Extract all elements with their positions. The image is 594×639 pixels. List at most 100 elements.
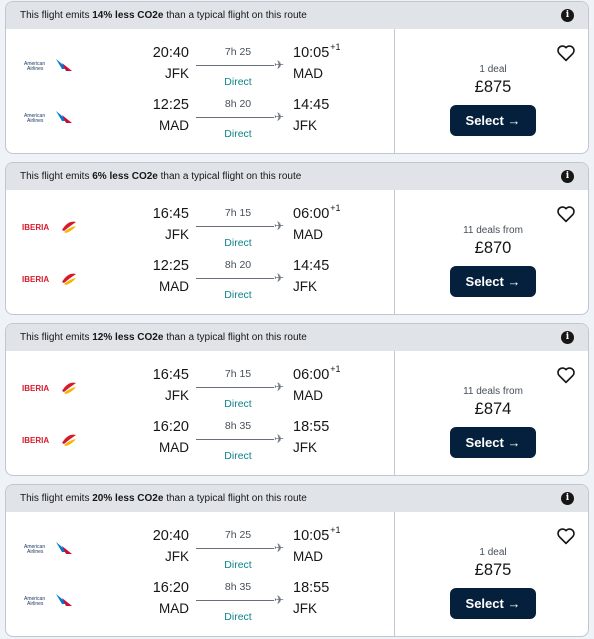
arrival-time: 14:45: [293, 97, 330, 113]
flight-duration: 8h 35: [224, 420, 252, 432]
arrival-time: 06:00+1: [293, 364, 341, 383]
plane-icon: ✈: [274, 110, 285, 124]
select-button[interactable]: Select →: [450, 266, 536, 297]
departure-time: 20:40: [152, 528, 189, 544]
departure-airport: JFK: [164, 66, 189, 81]
departure-airport: MAD: [159, 601, 189, 616]
next-day-indicator: +1: [330, 203, 341, 213]
route-line: [196, 548, 274, 549]
stops-label: Direct: [224, 398, 252, 410]
plane-icon: ✈: [274, 58, 285, 72]
next-day-indicator: +1: [330, 364, 341, 374]
co2-text: This flight emits 14% less CO2e than a t…: [20, 10, 307, 21]
arrival-airport: JFK: [293, 279, 318, 294]
svg-text:IBERIA: IBERIA: [22, 223, 49, 232]
svg-text:IBERIA: IBERIA: [22, 384, 49, 393]
departure-airport: MAD: [159, 118, 189, 133]
plane-icon: ✈: [274, 380, 285, 394]
departure-airport: MAD: [159, 440, 189, 455]
american-airlines-logo: American Airlines: [24, 542, 72, 555]
heart-outline-icon[interactable]: [556, 366, 576, 384]
arrival-time: 06:00+1: [293, 203, 341, 222]
arrival-time: 10:05+1: [293, 525, 341, 544]
departure-time: 20:40: [152, 45, 189, 61]
departure-airport: JFK: [164, 549, 189, 564]
departure-time: 16:45: [152, 206, 189, 222]
itinerary-legs[interactable]: American Airlines 20:40 JFK 7h 25 ✈ Dire…: [6, 512, 394, 636]
american-airlines-logo: American Airlines: [24, 111, 72, 124]
outbound-leg: American Airlines 20:40 JFK 7h 25 ✈ Dire…: [6, 525, 394, 576]
co2-banner: This flight emits 6% less CO2e than a ty…: [6, 163, 588, 190]
select-button[interactable]: Select →: [450, 105, 536, 136]
stops-label: Direct: [224, 237, 252, 249]
route-line: [196, 65, 274, 66]
departure-airport: JFK: [164, 227, 189, 242]
heart-outline-icon[interactable]: [556, 44, 576, 62]
co2-text: This flight emits 6% less CO2e than a ty…: [20, 171, 302, 182]
flight-duration: 8h 20: [224, 259, 252, 271]
info-icon[interactable]: i: [561, 9, 574, 22]
return-leg: IBERIA 16:20 MAD 8h 35 ✈ Direct 18:55 JF…: [6, 417, 394, 467]
result-card: This flight emits 6% less CO2e than a ty…: [5, 162, 589, 315]
stops-label: Direct: [224, 450, 252, 462]
route-line: [196, 439, 274, 440]
plane-icon: ✈: [274, 219, 285, 233]
outbound-leg: American Airlines 20:40 JFK 7h 25 ✈ Dire…: [6, 42, 394, 93]
american-airlines-logo: American Airlines: [24, 594, 72, 607]
stops-label: Direct: [224, 128, 252, 140]
itinerary-legs[interactable]: IBERIA 16:45 JFK 7h 15 ✈ Direct 06:00+1 …: [6, 351, 394, 475]
iberia-logo: IBERIA: [22, 434, 76, 446]
return-leg: American Airlines 12:25 MAD 8h 20 ✈ Dire…: [6, 95, 394, 145]
iberia-logo: IBERIA: [22, 273, 76, 285]
deals-count: 11 deals from: [463, 386, 523, 397]
co2-banner: This flight emits 12% less CO2e than a t…: [6, 324, 588, 351]
departure-airport: MAD: [159, 279, 189, 294]
select-button[interactable]: Select →: [450, 588, 536, 619]
route-line: [196, 278, 274, 279]
svg-text:Airlines: Airlines: [27, 549, 44, 555]
itinerary-legs[interactable]: IBERIA 16:45 JFK 7h 15 ✈ Direct 06:00+1 …: [6, 190, 394, 314]
itinerary-legs[interactable]: American Airlines 20:40 JFK 7h 25 ✈ Dire…: [6, 29, 394, 153]
departure-time: 12:25: [152, 97, 189, 113]
route-line: [196, 600, 274, 601]
return-leg: American Airlines 16:20 MAD 8h 35 ✈ Dire…: [6, 578, 394, 628]
stops-label: Direct: [224, 289, 252, 301]
route-line: [196, 117, 274, 118]
next-day-indicator: +1: [330, 525, 341, 535]
plane-icon: ✈: [274, 541, 285, 555]
outbound-leg: IBERIA 16:45 JFK 7h 15 ✈ Direct 06:00+1 …: [6, 364, 394, 415]
stops-label: Direct: [224, 611, 252, 623]
plane-icon: ✈: [274, 593, 285, 607]
american-airlines-logo: American Airlines: [24, 59, 72, 72]
svg-text:Airlines: Airlines: [27, 118, 44, 124]
flight-duration: 8h 35: [224, 581, 252, 593]
iberia-logo: IBERIA: [22, 382, 76, 394]
arrival-airport: MAD: [293, 66, 323, 81]
route-line: [196, 226, 274, 227]
result-card: This flight emits 12% less CO2e than a t…: [5, 323, 589, 476]
departure-time: 16:20: [152, 580, 189, 596]
co2-banner: This flight emits 20% less CO2e than a t…: [6, 485, 588, 512]
departure-time: 16:45: [152, 367, 189, 383]
info-icon[interactable]: i: [561, 170, 574, 183]
info-icon[interactable]: i: [561, 331, 574, 344]
svg-text:IBERIA: IBERIA: [22, 275, 49, 284]
arrival-airport: JFK: [293, 118, 318, 133]
svg-text:Airlines: Airlines: [27, 66, 44, 72]
departure-time: 12:25: [152, 258, 189, 274]
arrival-airport: JFK: [293, 601, 318, 616]
deals-count: 1 deal: [479, 547, 507, 558]
select-button[interactable]: Select →: [450, 427, 536, 458]
arrival-time: 10:05+1: [293, 42, 341, 61]
heart-outline-icon[interactable]: [556, 205, 576, 223]
heart-outline-icon[interactable]: [556, 527, 576, 545]
info-icon[interactable]: i: [561, 492, 574, 505]
price-panel: 11 deals from £870 Select →: [394, 190, 588, 314]
departure-airport: JFK: [164, 388, 189, 403]
plane-icon: ✈: [274, 271, 285, 285]
plane-icon: ✈: [274, 432, 285, 446]
iberia-logo: IBERIA: [22, 221, 76, 233]
deals-count: 11 deals from: [463, 225, 523, 236]
price-panel: 1 deal £875 Select →: [394, 512, 588, 636]
result-card: This flight emits 14% less CO2e than a t…: [5, 1, 589, 154]
